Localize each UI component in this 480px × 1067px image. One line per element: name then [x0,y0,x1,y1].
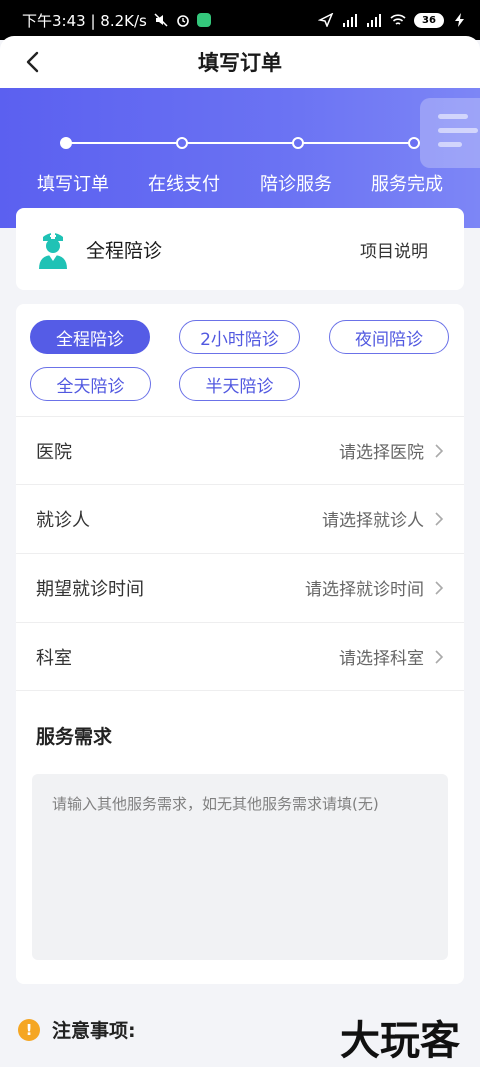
document-icon [420,98,480,168]
charging-icon [455,13,464,27]
navigation-bar: 填写订单 [0,36,480,88]
step-label-online-payment: 在线支付 [148,174,220,195]
app-notification-icon [196,13,211,27]
visit-time-label: 期望就诊时间 [36,578,144,600]
notice-section: ! 注意事项: [18,1016,136,1043]
notice-title: 注意事项: [52,1020,136,1042]
hospital-row[interactable]: 医院 请选择医院 [16,416,464,484]
tag-half-day-escort[interactable]: 半天陪诊 [179,367,300,401]
chevron-left-icon [26,51,39,73]
alarm-icon [177,15,189,27]
watermark-logo: 大玩客 [340,1018,460,1064]
tag-full-escort[interactable]: 全程陪诊 [30,320,150,354]
patient-label: 就诊人 [36,509,90,531]
order-form-card: 全程陪诊 2小时陪诊 夜间陪诊 全天陪诊 半天陪诊 医院 请选择医院 就诊人 请… [16,304,464,984]
status-time: 下午3:43 | 8.2K/s [22,11,147,30]
patient-row[interactable]: 就诊人 请选择就诊人 [16,484,464,552]
nurse-icon [39,233,67,269]
step-label-fill-order: 填写订单 [37,174,109,195]
signal-icon-2 [367,14,381,27]
status-bar: 下午3:43 | 8.2K/s 36 [0,0,480,40]
divider [16,690,464,691]
step-dot-2 [176,137,188,149]
step-dot-3 [292,137,304,149]
service-demand-input[interactable] [32,774,448,960]
tag-2-hour-escort[interactable]: 2小时陪诊 [179,320,300,354]
chevron-right-icon [435,511,444,526]
back-button[interactable] [14,44,50,80]
progress-header: 填写订单 在线支付 陪诊服务 服务完成 [0,88,480,228]
step-label-escort-service: 陪诊服务 [260,174,332,195]
tag-night-escort[interactable]: 夜间陪诊 [329,320,449,354]
chevron-right-icon [435,443,444,458]
watermark-text: 大玩客 [340,1018,460,1064]
department-row[interactable]: 科室 请选择科室 [16,622,464,690]
progress-line [66,142,414,144]
mute-icon [154,13,168,27]
step-dot-4 [408,137,420,149]
chevron-right-icon [435,580,444,595]
signal-icon [343,14,357,27]
chevron-right-icon [435,649,444,664]
patient-value: 请选择就诊人 [322,511,424,531]
hospital-label: 医院 [36,441,72,463]
page-title: 填写订单 [198,51,282,75]
visit-time-value: 请选择就诊时间 [305,580,424,600]
battery-indicator: 36 [414,12,444,28]
service-demand-title: 服务需求 [36,726,113,748]
visit-time-row[interactable]: 期望就诊时间 请选择就诊时间 [16,553,464,621]
hospital-value: 请选择医院 [339,443,424,463]
service-card: 全程陪诊 项目说明 [16,208,464,290]
department-value: 请选择科室 [339,649,424,669]
wifi-icon [390,14,406,25]
location-icon [318,13,334,27]
step-label-service-complete: 服务完成 [371,174,443,195]
step-dot-1 [60,137,72,149]
tag-full-day-escort[interactable]: 全天陪诊 [30,367,151,401]
department-label: 科室 [36,647,72,669]
project-description-link[interactable]: 项目说明 [360,237,444,262]
service-name: 全程陪诊 [86,239,163,262]
warning-icon: ! [18,1018,40,1041]
